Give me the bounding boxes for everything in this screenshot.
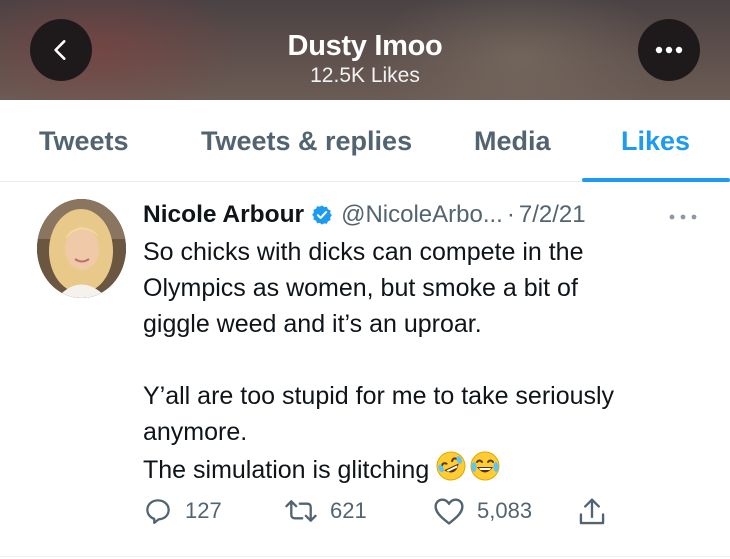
tab-tweets-replies[interactable]: Tweets & replies xyxy=(201,126,412,157)
avatar-image xyxy=(37,199,126,298)
tweet-more-button[interactable] xyxy=(668,208,698,226)
reply-icon xyxy=(146,499,170,524)
tweet-date[interactable]: 7/2/21 xyxy=(519,201,586,229)
tab-media[interactable]: Media xyxy=(474,126,551,157)
profile-name: Dusty Imoo xyxy=(287,30,443,62)
verified-badge-icon xyxy=(311,204,333,226)
more-options-button[interactable] xyxy=(638,19,700,81)
author-name[interactable]: Nicole Arbour xyxy=(143,201,304,229)
retweet-button[interactable]: 621 xyxy=(284,496,367,526)
tab-likes[interactable]: Likes xyxy=(621,126,690,157)
active-tab-indicator xyxy=(582,178,730,182)
profile-header: Dusty Imoo 12.5K Likes xyxy=(0,0,730,100)
like-button[interactable]: 5,083 xyxy=(433,496,532,526)
separator-dot: · xyxy=(506,201,515,228)
avatar[interactable] xyxy=(37,199,126,298)
retweet-count: 621 xyxy=(330,498,367,523)
tweet-text-block: So chicks with dicks can compete in the … xyxy=(143,234,713,488)
ellipsis-icon xyxy=(655,46,683,54)
heart-icon xyxy=(434,498,464,525)
tab-tweets[interactable]: Tweets xyxy=(39,126,129,157)
ellipsis-icon xyxy=(669,214,697,220)
retweet-icon xyxy=(285,500,317,522)
face-with-tears-of-joy-emoji xyxy=(470,451,500,481)
share-button[interactable] xyxy=(577,496,607,528)
tweet-header: Nicole Arbour @NicoleArbo... · 7/2/21 xyxy=(143,198,703,232)
tweet-actions: 127 621 5,083 xyxy=(0,496,730,536)
author-handle[interactable]: @NicoleArbo... xyxy=(341,201,503,229)
like-count: 5,083 xyxy=(477,498,533,523)
tweet-text: So chicks with dicks can compete in the … xyxy=(143,238,615,484)
emoji-group xyxy=(435,450,501,482)
profile-tabs: Tweets Tweets & replies Media Likes xyxy=(0,100,730,182)
likes-count: 12.5K Likes xyxy=(310,64,420,87)
rolling-on-floor-laughing-emoji xyxy=(436,451,466,481)
share-icon xyxy=(579,498,605,525)
reply-button[interactable]: 127 xyxy=(143,496,222,526)
divider xyxy=(0,556,730,557)
reply-count: 127 xyxy=(185,498,222,523)
